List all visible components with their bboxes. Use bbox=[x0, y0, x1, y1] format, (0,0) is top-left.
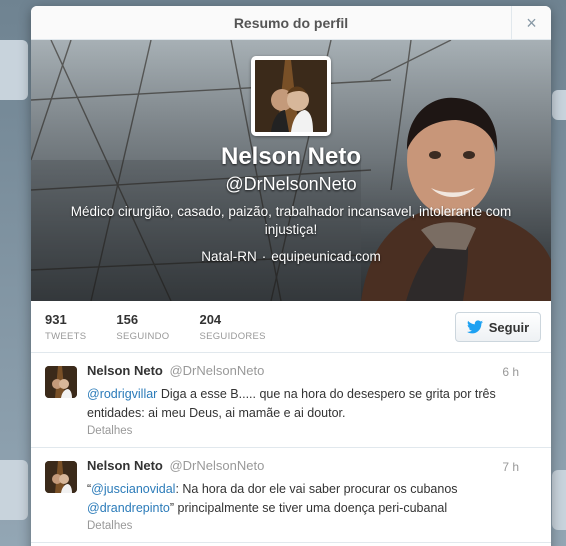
stat-followers-value: 204 bbox=[199, 311, 222, 327]
tweet-mention-link[interactable]: @rodrigvillar bbox=[87, 387, 157, 401]
stat-followers-label: SEGUIDORES bbox=[199, 330, 266, 342]
tweet-avatar-photo bbox=[45, 461, 77, 493]
tweet-author-handle[interactable]: @DrNelsonNeto bbox=[169, 363, 264, 378]
background-card bbox=[0, 40, 28, 100]
stat-tweets-label: TWEETS bbox=[45, 330, 87, 342]
profile-website-link[interactable]: equipeunicad.com bbox=[271, 249, 381, 264]
profile-bio: Médico cirurgião, casado, paizão, trabal… bbox=[70, 204, 512, 237]
tweet-timestamp[interactable]: 6 h bbox=[502, 365, 519, 379]
profile-info: Nelson Neto @DrNelsonNeto Médico cirurgi… bbox=[31, 142, 551, 264]
tweet-timestamp[interactable]: 7 h bbox=[502, 460, 519, 474]
close-button[interactable]: × bbox=[511, 6, 551, 40]
stat-tweets-value: 931 bbox=[45, 311, 67, 327]
stat-following[interactable]: 156 SEGUINDO bbox=[116, 312, 169, 342]
profile-handle[interactable]: @DrNelsonNeto bbox=[31, 173, 551, 195]
stat-following-value: 156 bbox=[116, 311, 139, 327]
meta-separator: · bbox=[261, 249, 267, 264]
profile-banner: Nelson Neto @DrNelsonNeto Médico cirurgi… bbox=[31, 40, 551, 301]
tweet-avatar[interactable] bbox=[45, 461, 77, 493]
tweet-text: @rodrigvillar Diga a esse B..... que na … bbox=[87, 385, 527, 423]
tweet-text-content: : Na hora da dor ele vai saber procurar … bbox=[175, 482, 458, 496]
close-icon: × bbox=[526, 12, 537, 33]
profile-avatar[interactable] bbox=[251, 56, 331, 136]
stat-tweets[interactable]: 931 TWEETS bbox=[45, 312, 86, 342]
profile-location: Natal-RN bbox=[201, 249, 257, 264]
stat-following-label: SEGUINDO bbox=[116, 330, 170, 342]
profile-meta: Natal-RN · equipeunicad.com bbox=[31, 249, 551, 264]
follow-button-label: Seguir bbox=[488, 319, 530, 335]
tweet-mention-link[interactable]: @juscianovidal bbox=[91, 482, 175, 496]
profile-stats: 931 TWEETS 156 SEGUINDO 204 SEGUIDORES S… bbox=[31, 301, 551, 353]
tweet-header: Nelson Neto @DrNelsonNeto bbox=[87, 363, 537, 379]
stat-followers[interactable]: 204 SEGUIDORES bbox=[199, 312, 265, 342]
background-card bbox=[552, 470, 566, 530]
avatar-photo bbox=[255, 60, 327, 132]
profile-summary-modal: Resumo do perfil × Nelson Neto @DrNelson… bbox=[31, 6, 551, 546]
follow-button[interactable]: Seguir bbox=[455, 312, 541, 342]
tweet-item[interactable]: Nelson Neto @DrNelsonNeto 6 h @rodrigvil… bbox=[31, 353, 551, 448]
tweet-avatar-photo bbox=[45, 366, 77, 398]
background-card bbox=[552, 90, 566, 120]
tweet-item[interactable]: Nelson Neto @DrNelsonNeto 7 h “@jusciano… bbox=[31, 448, 551, 543]
tweet-author-name[interactable]: Nelson Neto bbox=[87, 458, 163, 473]
modal-title: Resumo do perfil bbox=[233, 14, 349, 31]
tweet-text: “@juscianovidal: Na hora da dor ele vai … bbox=[87, 480, 527, 518]
tweet-author-handle[interactable]: @DrNelsonNeto bbox=[169, 458, 264, 473]
modal-header: Resumo do perfil × bbox=[31, 6, 551, 40]
twitter-bird-icon bbox=[466, 320, 483, 334]
tweet-mention-link[interactable]: @drandrepinto bbox=[87, 501, 170, 515]
tweet-header: Nelson Neto @DrNelsonNeto bbox=[87, 458, 537, 474]
profile-name[interactable]: Nelson Neto bbox=[31, 142, 551, 172]
tweet-details-link[interactable]: Detalhes bbox=[87, 425, 537, 437]
tweet-author-name[interactable]: Nelson Neto bbox=[87, 363, 163, 378]
tweet-details-link[interactable]: Detalhes bbox=[87, 520, 537, 532]
tweet-text-suffix: ” principalmente se tiver uma doença per… bbox=[169, 501, 448, 515]
background-card bbox=[0, 460, 28, 520]
tweet-avatar[interactable] bbox=[45, 366, 77, 398]
